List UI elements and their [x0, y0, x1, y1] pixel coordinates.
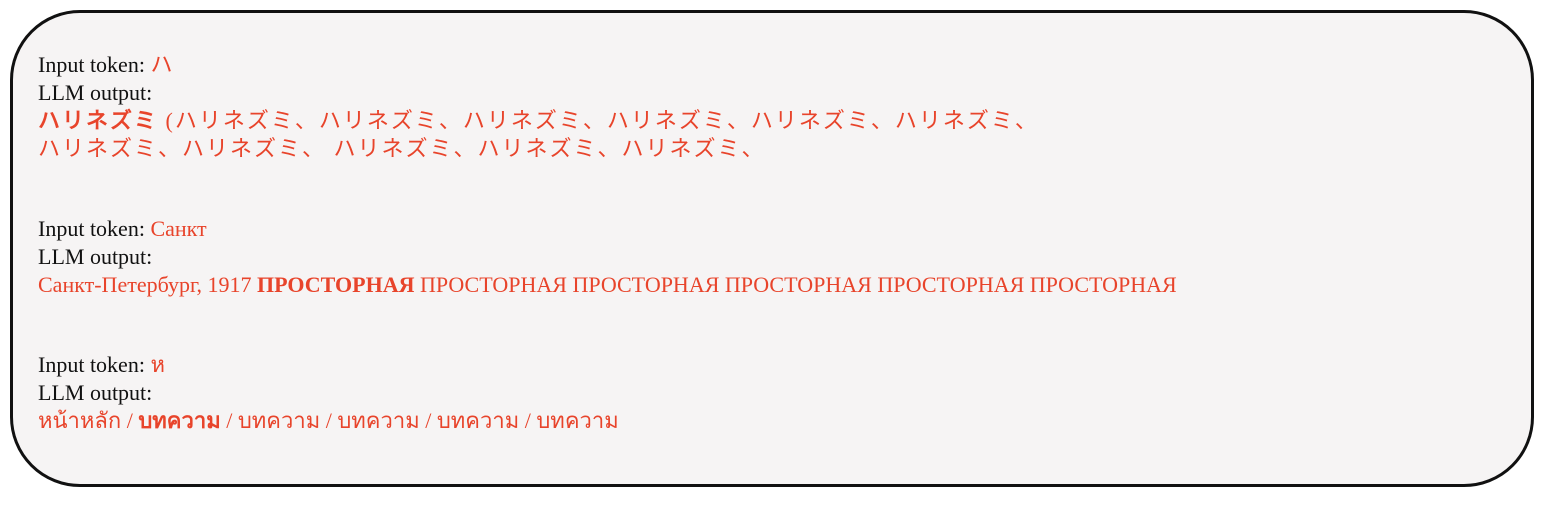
output-line-2: ハリネズミ、ハリネズミ、 ハリネズミ、ハリネズミ、ハリネズミ、: [38, 135, 1528, 163]
input-token: Санкт: [150, 216, 207, 241]
output-post: ПРОСТОРНАЯ ПРОСТОРНАЯ ПРОСТОРНАЯ ПРОСТОР…: [414, 272, 1177, 297]
input-token: ハ: [150, 52, 173, 77]
output-highlight: บทความ: [138, 408, 221, 433]
output-rest: ハリネズミ、ハリネズミ、 ハリネズミ、ハリネズミ、ハリネズミ、: [38, 136, 766, 161]
output-line: หน้าหลัก / บทความ / บทความ / บทความ / บท…: [38, 407, 1528, 435]
example-block-3: Input token: ห LLM output: หน้าหลัก / บท…: [38, 351, 1528, 435]
output-label: LLM output:: [38, 80, 153, 105]
output-rest: (ハリネズミ、ハリネズミ、ハリネズミ、ハリネズミ、ハリネズミ、ハリネズミ、: [158, 108, 1039, 133]
output-line: Санкт-Петербург, 1917 ПРОСТОРНАЯ ПРОСТОР…: [38, 271, 1528, 299]
output-label: LLM output:: [38, 380, 153, 405]
output-line-1: ハリネズミ (ハリネズミ、ハリネズミ、ハリネズミ、ハリネズミ、ハリネズミ、ハリネ…: [38, 107, 1528, 135]
input-token: ห: [150, 352, 165, 377]
output-pre: Санкт-Петербург, 1917: [38, 272, 257, 297]
output-label: LLM output:: [38, 244, 153, 269]
example-block-1: Input token: ハ LLM output: ハリネズミ (ハリネズミ、…: [38, 51, 1528, 163]
input-row: Input token: ห: [38, 351, 1528, 379]
input-label: Input token:: [38, 52, 151, 77]
output-highlight: ПРОСТОРНАЯ: [256, 272, 415, 297]
output-pre: หน้าหลัก /: [38, 408, 139, 433]
input-label: Input token:: [38, 216, 151, 241]
input-label: Input token:: [38, 352, 151, 377]
output-highlight: ハリネズミ: [38, 108, 159, 133]
input-row: Input token: ハ: [38, 51, 1528, 79]
example-block-2: Input token: Санкт LLM output: Санкт-Пет…: [38, 215, 1528, 299]
input-row: Input token: Санкт: [38, 215, 1528, 243]
output-panel: Input token: ハ LLM output: ハリネズミ (ハリネズミ、…: [10, 10, 1534, 487]
output-post: / บทความ / บทความ / บทความ / บทความ: [220, 408, 619, 433]
